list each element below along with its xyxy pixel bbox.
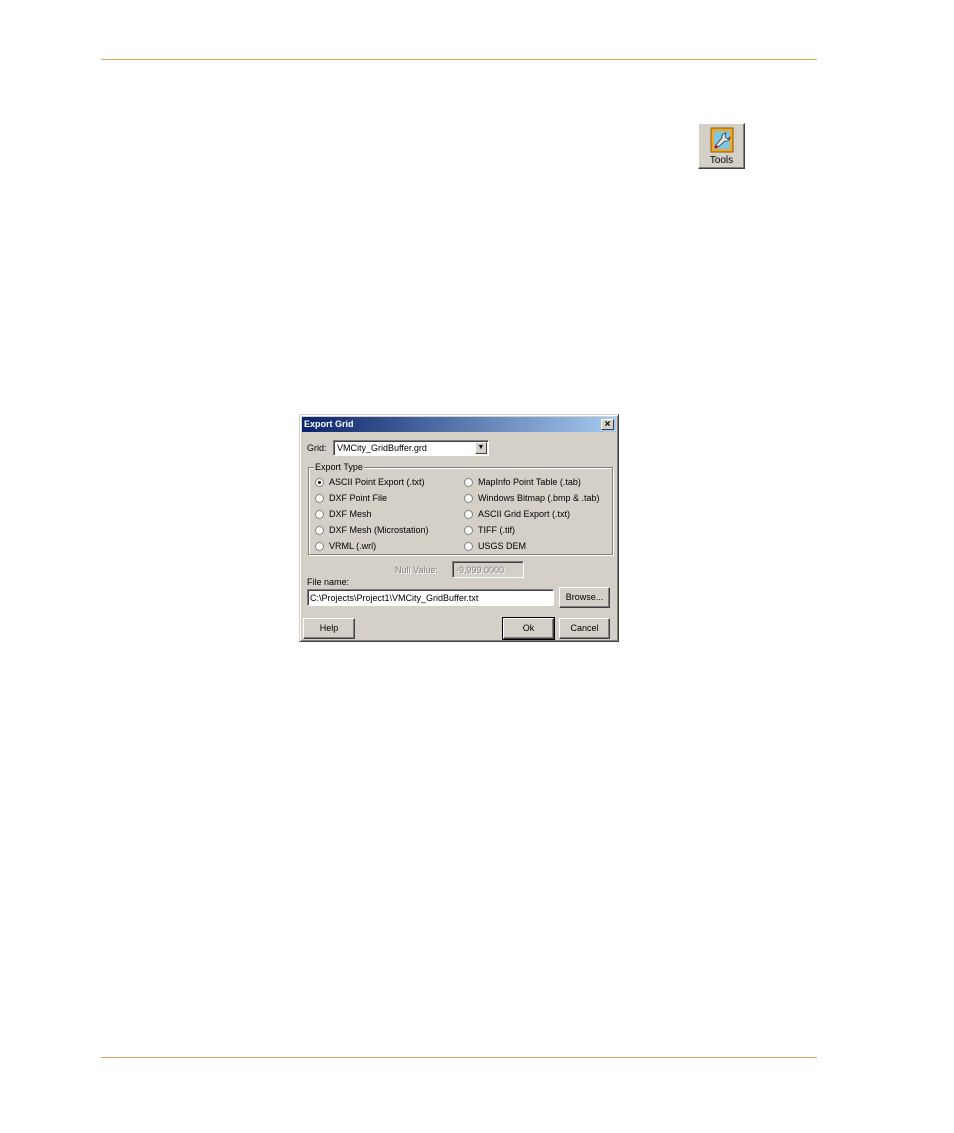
dialog-title: Export Grid xyxy=(304,419,354,429)
radio-label: TIFF (.tif) xyxy=(478,525,515,535)
export-type-label: Export Type xyxy=(314,462,364,472)
grid-select-value: VMCity_GridBuffer.grd xyxy=(337,443,427,453)
browse-label: Browse... xyxy=(565,592,604,602)
file-name-value: C:\Projects\Project1\VMCity_GridBuffer.t… xyxy=(310,593,479,603)
grid-label: Grid: xyxy=(307,443,327,453)
radio-dot xyxy=(315,542,324,551)
help-label: Help xyxy=(319,623,339,633)
footer-rule xyxy=(101,1057,817,1058)
radio-dot xyxy=(464,510,473,519)
close-button[interactable]: × xyxy=(601,419,614,430)
grid-select[interactable]: VMCity_GridBuffer.grd ▼ xyxy=(333,440,489,456)
wrench-icon xyxy=(710,127,734,153)
radio-dot xyxy=(464,494,473,503)
tools-toolbar-button[interactable]: Tools xyxy=(698,123,745,169)
radio-label: Windows Bitmap (.bmp & .tab) xyxy=(478,493,600,503)
radio-dot xyxy=(315,526,324,535)
radio-label: DXF Mesh xyxy=(329,509,372,519)
export-type-group: Export Type ASCII Point Export (.txt) DX… xyxy=(308,462,613,555)
cancel-button[interactable]: Cancel xyxy=(559,618,610,639)
header-rule xyxy=(101,59,817,60)
radio-dot xyxy=(464,542,473,551)
radio-label: DXF Mesh (Microstation) xyxy=(329,525,429,535)
radio-label: MapInfo Point Table (.tab) xyxy=(478,477,581,487)
radio-dot xyxy=(315,494,324,503)
radio-dot xyxy=(315,478,324,487)
dropdown-arrow-icon[interactable]: ▼ xyxy=(475,442,487,454)
radio-label: USGS DEM xyxy=(478,541,527,551)
radio-dot xyxy=(464,526,473,535)
radio-label: DXF Point File xyxy=(329,493,388,503)
export-grid-dialog: Export Grid × Grid: VMCity_GridBuffer.gr… xyxy=(299,414,619,642)
cancel-label: Cancel xyxy=(570,623,599,633)
ok-label: Ok xyxy=(522,623,535,633)
radio-dot xyxy=(315,510,324,519)
tools-label: Tools xyxy=(709,155,734,166)
browse-button[interactable]: Browse... xyxy=(559,587,610,608)
ok-button[interactable]: Ok xyxy=(502,617,555,640)
null-value-text: -9,999.0000 xyxy=(456,565,505,575)
null-value-label: Null Value: xyxy=(395,565,438,575)
radio-label: ASCII Point Export (.txt) xyxy=(329,477,425,487)
help-button[interactable]: Help xyxy=(303,618,355,639)
title-bar[interactable]: Export Grid × xyxy=(302,417,616,432)
close-icon: × xyxy=(604,419,611,430)
file-name-input[interactable]: C:\Projects\Project1\VMCity_GridBuffer.t… xyxy=(307,589,554,606)
file-name-label: File name: xyxy=(307,577,350,587)
radio-dot xyxy=(464,478,473,487)
radio-label: VRML (.wrl) xyxy=(329,541,377,551)
null-value-field: -9,999.0000 xyxy=(452,561,524,578)
radio-label: ASCII Grid Export (.txt) xyxy=(478,509,571,519)
